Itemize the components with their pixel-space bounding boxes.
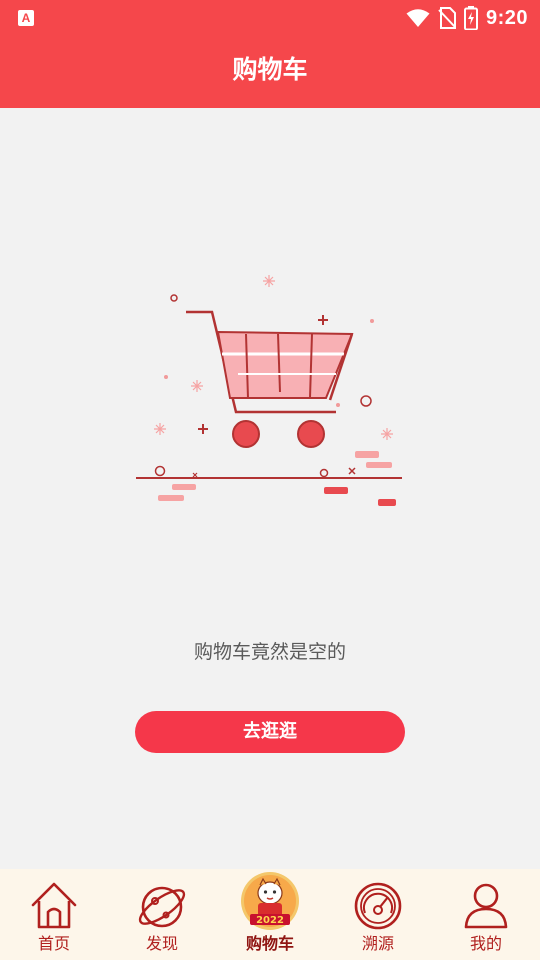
- user-icon: [464, 883, 508, 929]
- app-notification-icon: A: [18, 10, 34, 26]
- clock: 9:20: [485, 6, 528, 29]
- status-bar: A 9:20: [0, 0, 540, 36]
- nav-item-mine[interactable]: 我的: [432, 869, 540, 960]
- nav-item-cart[interactable]: 2022 购物车: [216, 869, 324, 960]
- nav-item-home[interactable]: 首页: [0, 869, 108, 960]
- page-title: 购物车: [232, 55, 308, 84]
- go-shopping-button[interactable]: 去逛逛: [135, 711, 405, 753]
- cart-screen: A 9:20 购物车 购物车竟然是空的 去逛逛 首页 发现 2022 购物车 溯…: [0, 0, 540, 960]
- nav-label-home: 首页: [37, 934, 70, 953]
- empty-cart-illustration: [136, 275, 402, 506]
- status-indicators: 9:20: [406, 5, 528, 31]
- planet-icon: [138, 886, 186, 928]
- nav-item-discover[interactable]: 发现: [108, 869, 216, 960]
- tiger-2022-badge-icon: 2022: [241, 872, 299, 930]
- no-sim-icon: [438, 7, 456, 29]
- nav-label-discover: 发现: [145, 934, 178, 953]
- nav-label-cart: 购物车: [245, 934, 294, 953]
- home-icon: [31, 882, 77, 929]
- wifi-icon: [406, 9, 430, 27]
- svg-text:2022: 2022: [256, 915, 284, 926]
- battery-charging-icon: [463, 6, 478, 30]
- nav-label-trace: 溯源: [361, 934, 394, 953]
- nav-label-mine: 我的: [469, 934, 502, 953]
- radar-icon: [354, 882, 402, 930]
- empty-cart-message: 购物车竟然是空的: [193, 641, 346, 663]
- top-bar: A 9:20 购物车: [0, 0, 540, 108]
- nav-item-trace[interactable]: 溯源: [324, 869, 432, 960]
- bottom-navigation: 首页 发现 2022 购物车 溯源 我的: [0, 869, 540, 960]
